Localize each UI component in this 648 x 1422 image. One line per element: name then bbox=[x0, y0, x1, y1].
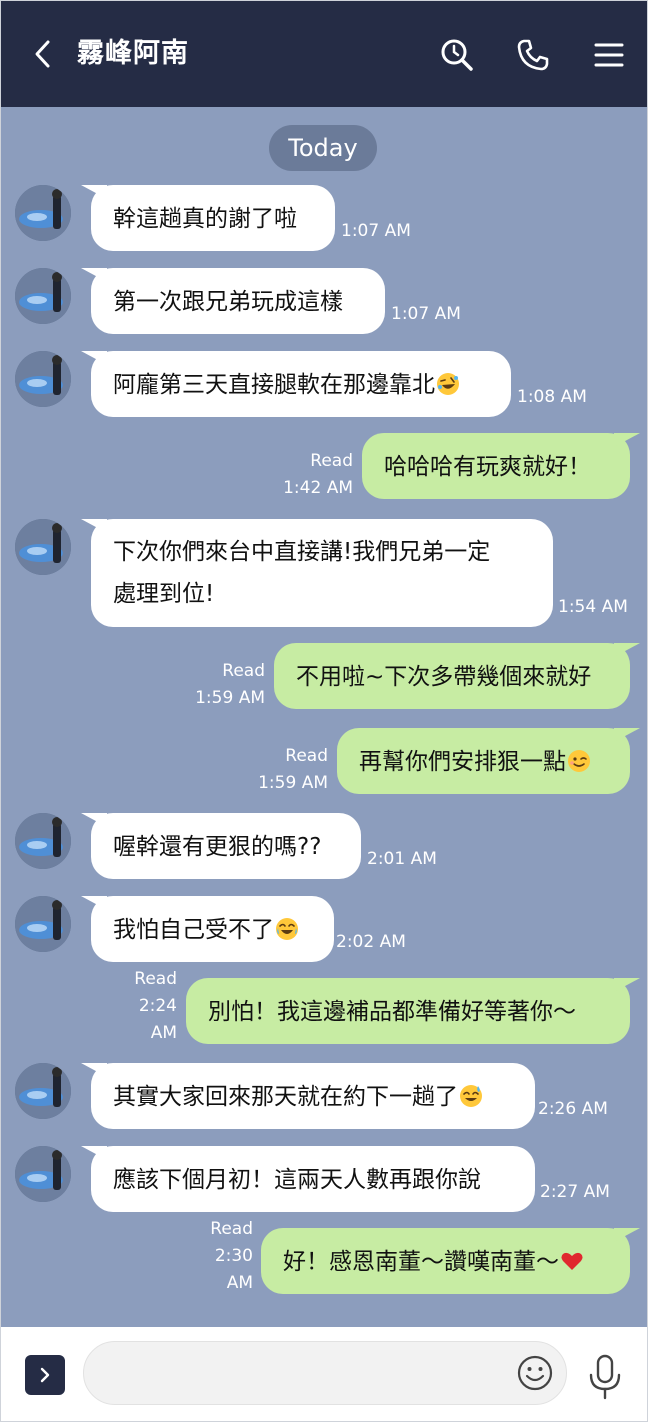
incoming-message[interactable]: 喔幹還有更狠的嗎?? bbox=[81, 813, 361, 879]
message-text: 不用啦~下次多帶幾個來就好 bbox=[296, 664, 592, 690]
message-input-box[interactable] bbox=[83, 1341, 567, 1405]
contact-avatar[interactable] bbox=[15, 896, 71, 952]
incoming-message[interactable]: 我怕自己受不了 bbox=[81, 896, 334, 962]
read-receipt: Read bbox=[210, 1219, 253, 1239]
message-time: AM bbox=[150, 1023, 177, 1043]
menu-button[interactable] bbox=[589, 35, 629, 75]
message-time: 1:59 AM bbox=[258, 773, 328, 793]
menu-icon bbox=[594, 43, 624, 67]
chat-screen: 霧峰阿南 Today 幹這趟真的謝了啦 1:07 AM 第一次跟兄弟玩成這樣 1… bbox=[0, 0, 648, 1422]
contact-avatar[interactable] bbox=[15, 813, 71, 869]
input-bar bbox=[1, 1327, 647, 1421]
message-time: 1:07 AM bbox=[341, 221, 411, 241]
message-text-line: 處理到位! bbox=[113, 581, 215, 607]
message-time: 1:59 AM bbox=[195, 688, 265, 708]
message-time: 1:07 AM bbox=[391, 304, 461, 324]
read-receipt: Read bbox=[285, 746, 328, 766]
expand-menu-button[interactable] bbox=[25, 1355, 65, 1395]
rofl-emoji-icon bbox=[437, 373, 459, 395]
chevron-right-icon bbox=[40, 1367, 50, 1383]
mic-icon[interactable] bbox=[585, 1353, 625, 1401]
message-meta: Read 2:24 AM bbox=[107, 966, 177, 1047]
message-time: 1:08 AM bbox=[517, 387, 587, 407]
message-time: 1:54 AM bbox=[558, 597, 628, 617]
wink-emoji-icon bbox=[568, 750, 590, 772]
contact-avatar[interactable] bbox=[15, 351, 71, 407]
message-time: 2:27 AM bbox=[540, 1182, 610, 1202]
incoming-message[interactable]: 其實大家回來那天就在約下一趟了 bbox=[81, 1063, 535, 1129]
chat-title: 霧峰阿南 bbox=[77, 38, 189, 69]
contact-avatar[interactable] bbox=[15, 185, 71, 241]
message-time: 2:24 bbox=[138, 996, 177, 1016]
read-receipt: Read bbox=[310, 451, 353, 471]
message-input[interactable] bbox=[106, 1356, 510, 1392]
message-meta: Read 1:42 AM bbox=[277, 448, 353, 502]
red-heart-icon bbox=[561, 1252, 583, 1270]
outgoing-message[interactable]: 哈哈哈有玩爽就好！ bbox=[362, 433, 640, 499]
message-time: 2:01 AM bbox=[367, 849, 437, 869]
chat-header: 霧峰阿南 bbox=[1, 1, 647, 107]
message-time: 2:02 AM bbox=[336, 932, 406, 952]
outgoing-message[interactable]: 好！感恩南董～讚嘆南董～ bbox=[261, 1228, 640, 1294]
message-text: 別怕！我這邊補品都準備好等著你～ bbox=[208, 999, 576, 1025]
contact-avatar[interactable] bbox=[15, 519, 71, 575]
date-divider: Today bbox=[269, 125, 377, 171]
contact-avatar[interactable] bbox=[15, 1063, 71, 1119]
search-icon bbox=[441, 39, 473, 71]
message-text: 再幫你們安排狠一點 bbox=[359, 749, 566, 775]
message-meta: Read 1:59 AM bbox=[252, 743, 328, 797]
read-receipt: Read bbox=[134, 969, 177, 989]
sweat-smile-emoji-icon bbox=[460, 1085, 482, 1107]
incoming-message[interactable]: 應該下個月初！這兩天人數再跟你說 bbox=[81, 1146, 535, 1212]
search-button[interactable] bbox=[437, 35, 477, 75]
contact-avatar[interactable] bbox=[15, 268, 71, 324]
message-text: 其實大家回來那天就在約下一趟了 bbox=[113, 1084, 458, 1110]
message-text: 應該下個月初！這兩天人數再跟你說 bbox=[113, 1167, 481, 1193]
message-text-line: 下次你們來台中直接講!我們兄弟一定 bbox=[113, 539, 491, 565]
back-button[interactable] bbox=[29, 35, 57, 73]
message-text: 喔幹還有更狠的嗎?? bbox=[113, 834, 322, 860]
message-time: 1:42 AM bbox=[283, 478, 353, 498]
outgoing-message[interactable]: 再幫你們安排狠一點 bbox=[337, 728, 640, 794]
message-meta: Read 2:30 AM bbox=[183, 1216, 253, 1297]
contact-avatar[interactable] bbox=[15, 1146, 71, 1202]
read-receipt: Read bbox=[222, 661, 265, 681]
phone-icon bbox=[517, 39, 549, 71]
message-time: AM bbox=[226, 1273, 253, 1293]
message-text: 好！感恩南董～讚嘆南董～ bbox=[283, 1249, 559, 1275]
outgoing-message[interactable]: 別怕！我這邊補品都準備好等著你～ bbox=[186, 978, 640, 1044]
message-text: 第一次跟兄弟玩成這樣 bbox=[113, 289, 343, 315]
call-button[interactable] bbox=[513, 35, 553, 75]
incoming-message[interactable]: 幹這趟真的謝了啦 bbox=[81, 185, 335, 251]
message-text: 哈哈哈有玩爽就好！ bbox=[384, 454, 591, 480]
back-icon bbox=[35, 40, 50, 68]
message-text: 幹這趟真的謝了啦 bbox=[113, 206, 297, 232]
message-meta: Read 1:59 AM bbox=[189, 658, 265, 712]
outgoing-message[interactable]: 不用啦~下次多帶幾個來就好 bbox=[274, 643, 640, 709]
smiley-icon[interactable] bbox=[516, 1354, 554, 1392]
joy-emoji-icon bbox=[276, 918, 298, 940]
incoming-message[interactable]: 下次你們來台中直接講!我們兄弟一定 處理到位! bbox=[81, 519, 553, 627]
message-text: 阿龐第三天直接腿軟在那邊靠北 bbox=[113, 372, 435, 398]
message-time: 2:30 bbox=[214, 1246, 253, 1266]
message-time: 2:26 AM bbox=[538, 1099, 608, 1119]
incoming-message[interactable]: 阿龐第三天直接腿軟在那邊靠北 bbox=[81, 351, 511, 417]
message-text: 我怕自己受不了 bbox=[113, 917, 274, 943]
incoming-message[interactable]: 第一次跟兄弟玩成這樣 bbox=[81, 268, 385, 334]
